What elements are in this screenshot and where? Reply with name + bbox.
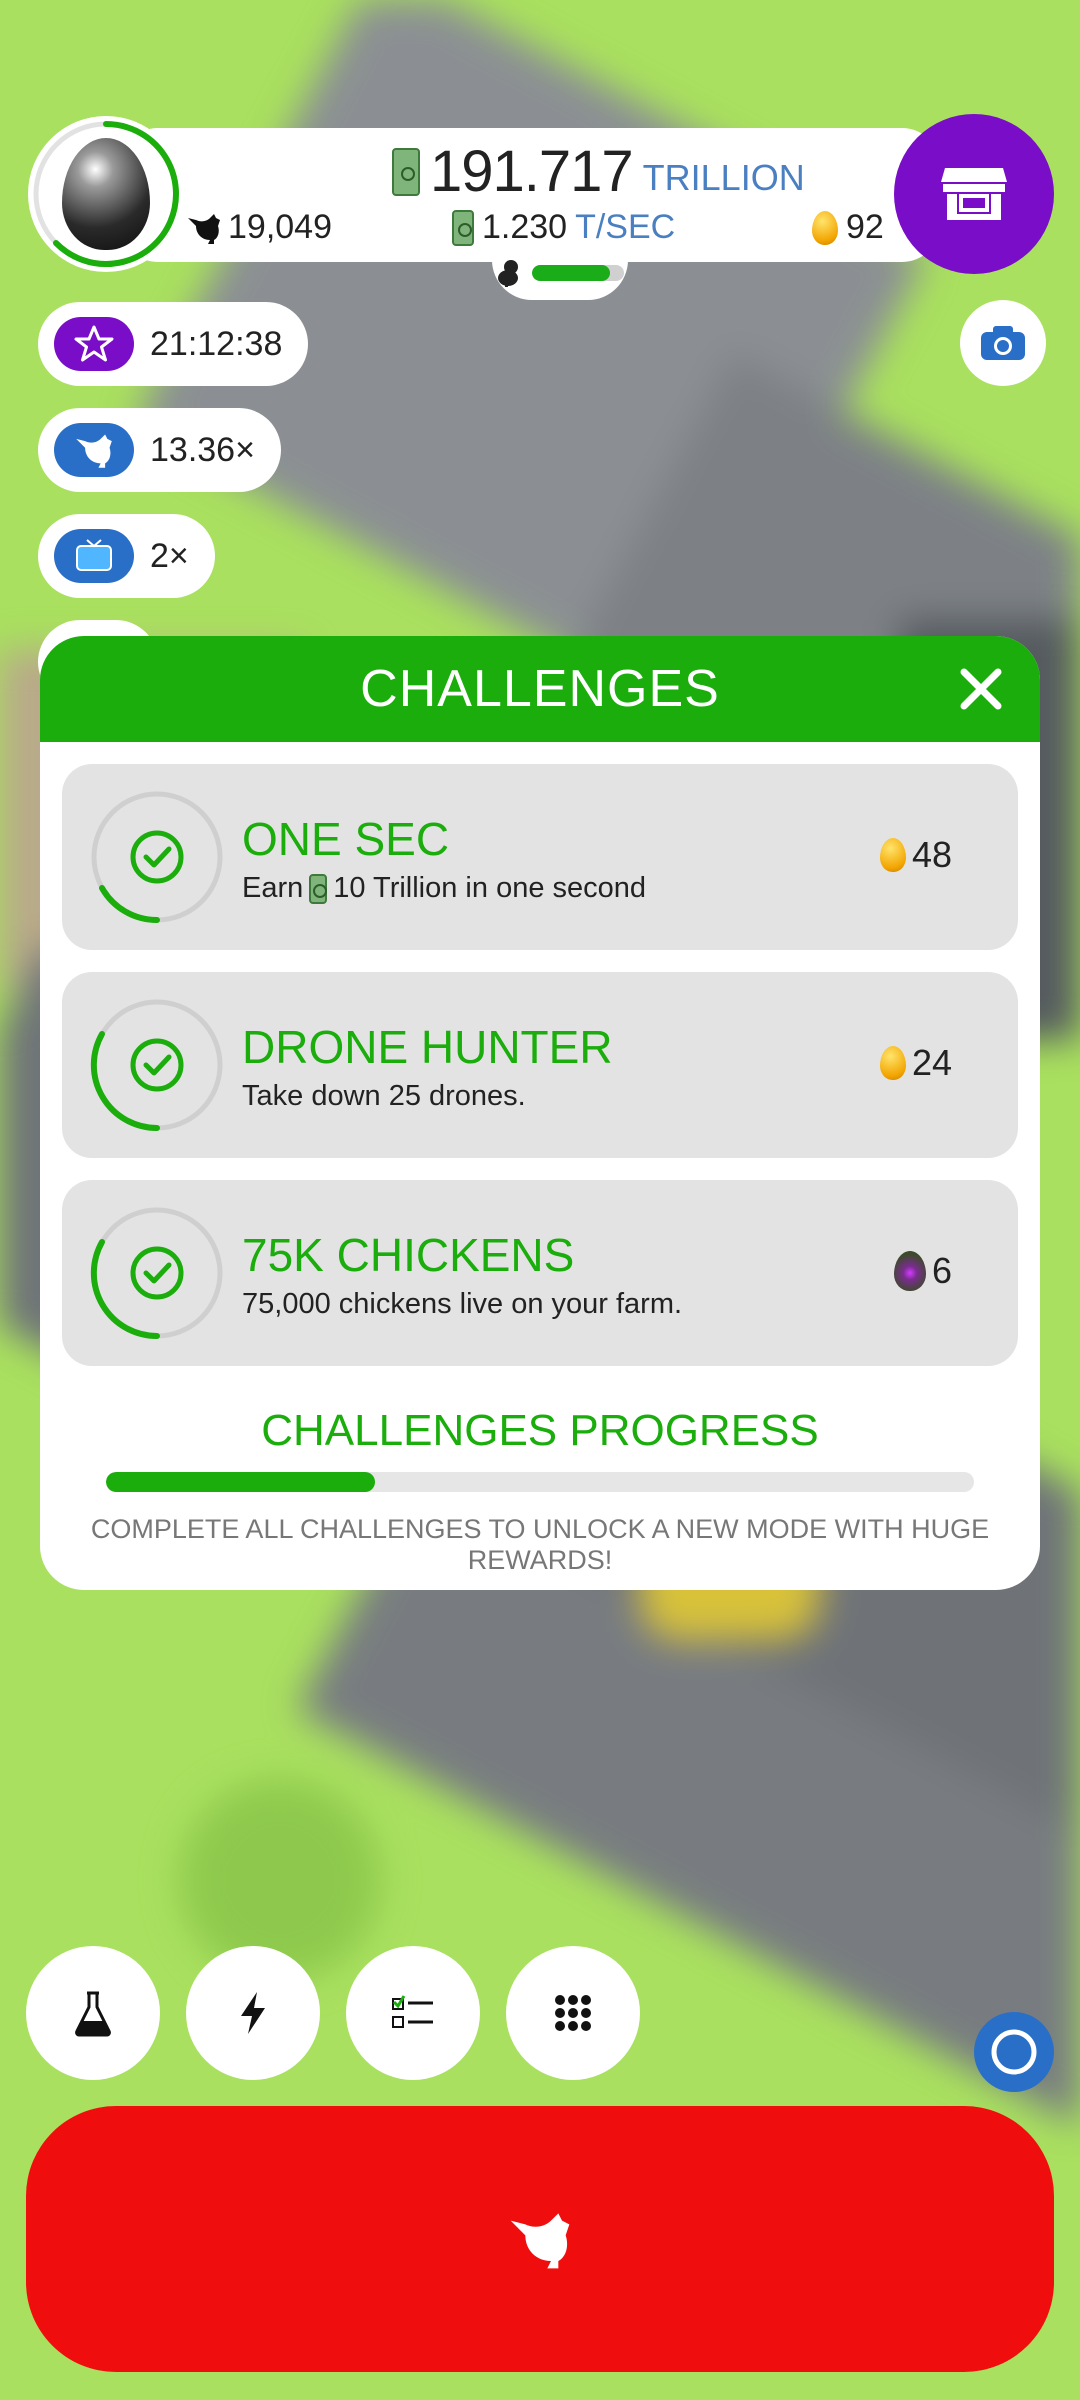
rate-amount: 1.230 xyxy=(482,208,568,246)
hab-capacity-indicator[interactable] xyxy=(492,246,628,300)
challenge-reward: 48 xyxy=(879,834,952,876)
missions-button[interactable] xyxy=(346,1946,480,2080)
money-display: 191.717 TRILLION xyxy=(392,140,805,204)
golden-egg-icon xyxy=(812,210,838,245)
challenge-card[interactable]: 75K CHICKENS 75,000 chickens live on you… xyxy=(62,1180,1018,1366)
menu-button[interactable] xyxy=(506,1946,640,2080)
egg-avatar[interactable] xyxy=(28,116,184,272)
reward-amount: 24 xyxy=(911,1042,952,1083)
modal-title: CHALLENGES xyxy=(360,660,720,718)
hab-capacity-bar xyxy=(532,265,624,281)
challenges-progress-fill xyxy=(106,1472,376,1492)
challenge-desc-text: 75,000 chickens live on your farm. xyxy=(242,1288,683,1320)
earning-rate: 1.230 T/SEC xyxy=(452,208,675,247)
cash-icon xyxy=(452,209,474,246)
reward-amount: 48 xyxy=(911,834,952,875)
rate-unit: T/SEC xyxy=(575,208,676,246)
cash-icon xyxy=(392,148,420,196)
money-amount: 191.717 xyxy=(430,139,634,204)
chicken-icon xyxy=(510,2213,570,2269)
video-multiplier-pill[interactable]: 2× xyxy=(38,514,215,598)
challenge-card[interactable]: DRONE HUNTER Take down 25 drones. 24 xyxy=(62,972,1018,1158)
chicken-icon xyxy=(54,423,134,477)
challenge-desc-prefix: Earn xyxy=(242,872,304,904)
chicken-count: 19,049 xyxy=(186,208,332,247)
chicken-multiplier-pill[interactable]: 13.36× xyxy=(38,408,281,492)
ring-icon xyxy=(991,2029,1037,2075)
shop-button[interactable] xyxy=(894,114,1054,274)
challenge-title: DRONE HUNTER xyxy=(242,1021,613,1073)
boost-timer-value: 21:12:38 xyxy=(150,324,283,363)
hatch-chicken-button[interactable] xyxy=(26,2106,1054,2372)
camera-button[interactable] xyxy=(960,300,1046,386)
tv-icon xyxy=(54,529,134,583)
challenge-description: Earn 10 Trillion in one second xyxy=(242,872,646,905)
chicken-count-value: 19,049 xyxy=(228,208,332,246)
research-button[interactable] xyxy=(26,1946,160,2080)
reward-amount: 6 xyxy=(931,1250,952,1291)
challenge-progress-ring xyxy=(91,791,223,924)
modal-header: CHALLENGES xyxy=(40,636,1040,742)
prophecy-egg-icon xyxy=(893,1251,926,1291)
challenge-description: 75,000 chickens live on your farm. xyxy=(242,1288,682,1321)
money-unit: TRILLION xyxy=(642,157,805,198)
challenge-progress-ring xyxy=(90,999,223,1132)
challenges-progress-title: CHALLENGES PROGRESS xyxy=(261,1406,819,1455)
challenges-progress-note: COMPLETE ALL CHALLENGES TO UNLOCK A NEW … xyxy=(90,1514,990,1575)
challenge-description: Take down 25 drones. xyxy=(242,1080,526,1113)
challenge-desc-text: Take down 25 drones. xyxy=(242,1080,526,1112)
challenge-title: 75K CHICKENS xyxy=(242,1229,575,1281)
chick-icon xyxy=(498,260,518,287)
challenges-modal: CHALLENGES ONE SEC Earn 10 Trillion in o… xyxy=(40,636,1040,1590)
star-icon xyxy=(54,317,134,371)
challenge-reward: 24 xyxy=(879,1042,952,1084)
challenge-desc-text: 10 Trillion in one second xyxy=(333,872,647,904)
challenge-card[interactable]: ONE SEC Earn 10 Trillion in one second 4… xyxy=(62,764,1018,950)
camera-icon xyxy=(981,326,1025,360)
challenge-progress-ring xyxy=(90,1207,223,1340)
circle-overlay-button[interactable] xyxy=(974,2012,1054,2092)
challenge-reward: 6 xyxy=(893,1250,952,1292)
golden-egg-icon xyxy=(879,1046,906,1080)
boost-timer-pill[interactable]: 21:12:38 xyxy=(38,302,309,386)
golden-egg-icon xyxy=(879,838,906,872)
checklist-icon xyxy=(392,1995,433,2028)
video-multiplier-value: 2× xyxy=(150,536,189,575)
chicken-icon xyxy=(188,213,220,244)
store-icon xyxy=(941,168,1007,220)
grid-menu-icon xyxy=(555,1995,591,2031)
hab-capacity-fill xyxy=(532,265,611,281)
challenges-progress-bar xyxy=(106,1472,974,1492)
flask-icon xyxy=(75,1991,111,2037)
cash-icon xyxy=(309,873,328,904)
boosts-button[interactable] xyxy=(186,1946,320,2080)
challenge-title: ONE SEC xyxy=(242,813,450,865)
golden-egg-value: 92 xyxy=(846,208,884,246)
golden-egg-count: 92 xyxy=(812,208,884,247)
lightning-icon xyxy=(241,1992,265,2034)
chicken-multiplier-value: 13.36× xyxy=(150,430,255,469)
close-icon[interactable] xyxy=(956,664,1006,714)
